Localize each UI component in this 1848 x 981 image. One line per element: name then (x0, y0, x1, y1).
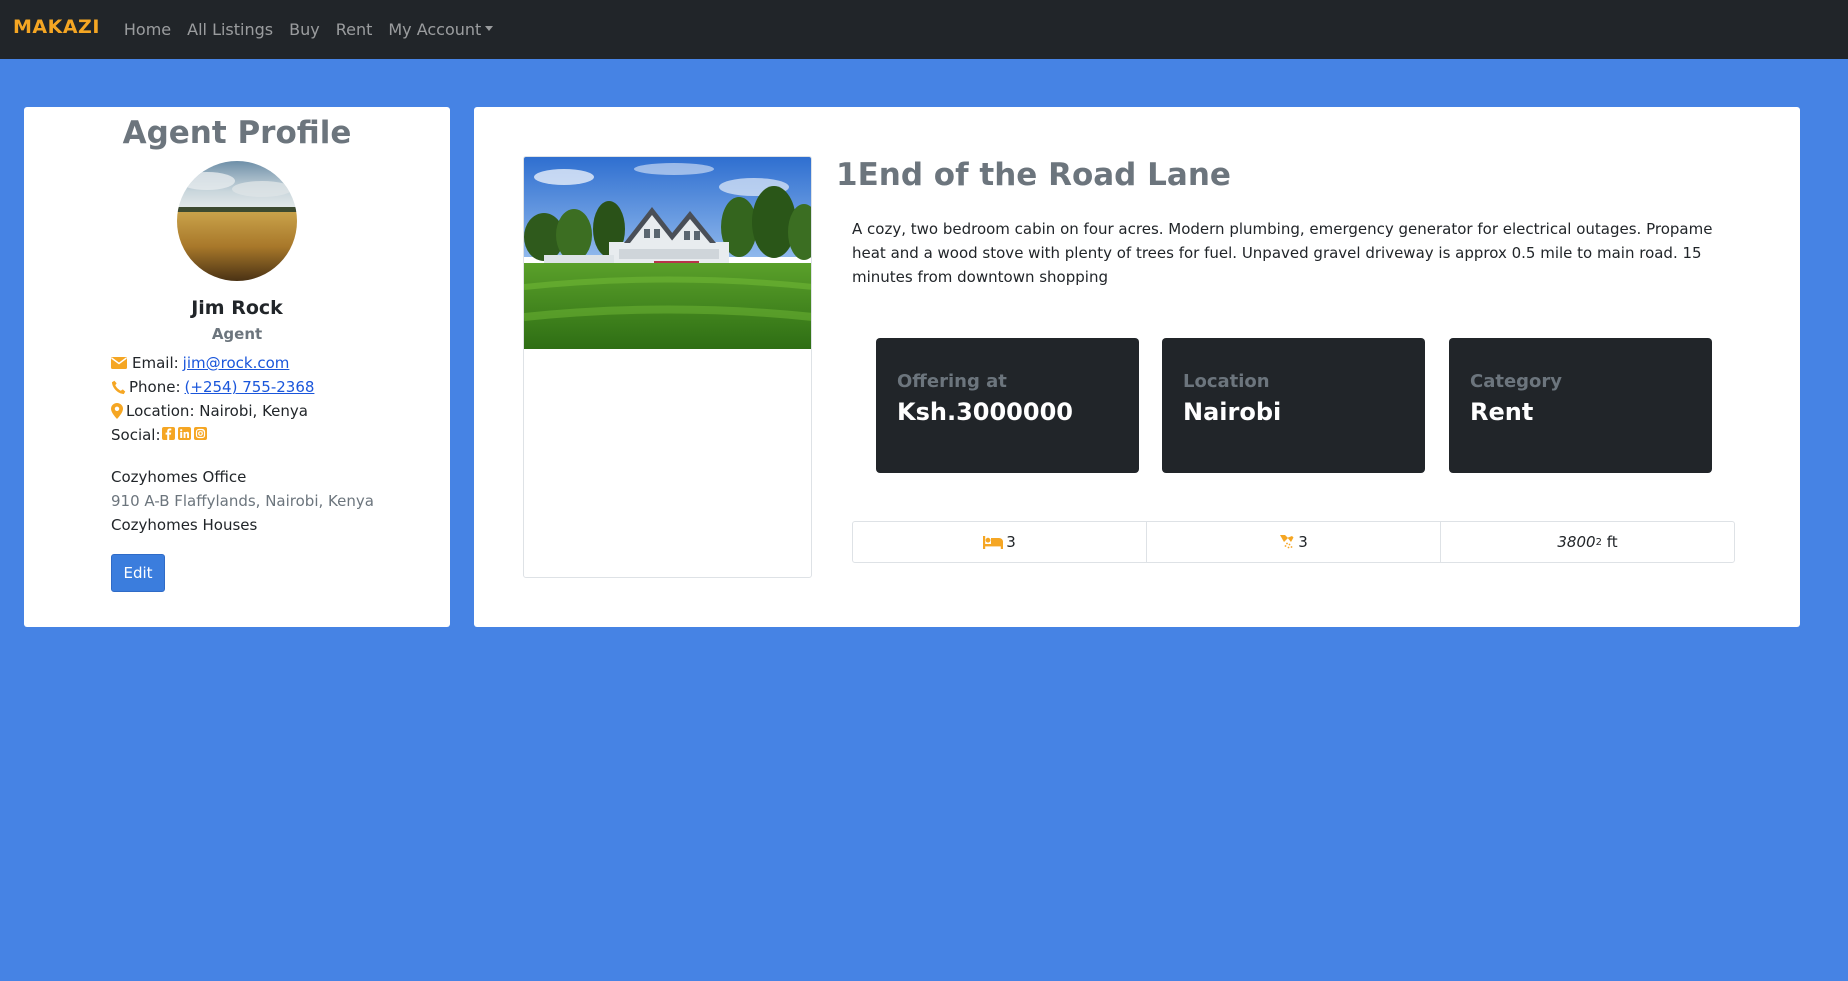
location-value: Nairobi (1183, 398, 1282, 426)
area-feature: 3800 2 ft (1441, 522, 1734, 562)
phone-row: Phone: (+254) 755-2368 (111, 378, 314, 396)
bed-icon (983, 535, 1004, 549)
caret-down-icon (485, 26, 494, 31)
agent-role: Agent (211, 325, 263, 343)
location-row: Location: Nairobi, Kenya (111, 402, 308, 420)
category-value: Rent (1470, 398, 1534, 426)
phone-link[interactable]: (+254) 755-2368 (185, 378, 315, 396)
nav-my-account-dropdown[interactable]: My Account (388, 20, 494, 39)
email-link[interactable]: jim@rock.com (183, 354, 290, 372)
office-address: 910 A-B Flaffylands, Nairobi, Kenya (111, 492, 374, 510)
brand-logo[interactable]: MAKAZI (13, 16, 100, 38)
phone-icon (111, 380, 126, 395)
agent-profile-heading: Agent Profile (122, 115, 352, 151)
nav-all-listings[interactable]: All Listings (187, 20, 273, 39)
offering-label: Offering at (897, 371, 1007, 392)
company-name: Cozyhomes Houses (111, 516, 258, 534)
listing-title: 1End of the Road Lane (836, 157, 1231, 193)
avatar (177, 161, 297, 281)
instagram-icon[interactable] (193, 426, 207, 444)
envelope-icon (111, 357, 127, 369)
listing-photo[interactable] (524, 157, 812, 349)
navbar: MAKAZI Home All Listings Buy Rent My Acc… (0, 0, 1848, 59)
bathrooms-count: 3 (1298, 533, 1308, 551)
map-marker-icon (111, 403, 123, 419)
category-label: Category (1470, 371, 1563, 392)
listing-card: 1End of the Road Lane A cozy, two bedroo… (474, 107, 1800, 627)
bedrooms-feature: 3 (853, 522, 1147, 562)
bathrooms-feature: 3 (1147, 522, 1441, 562)
area-unit: ft (1606, 533, 1618, 551)
bedrooms-count: 3 (1006, 533, 1016, 551)
area-exponent: 2 (1595, 536, 1602, 548)
listing-description: A cozy, two bedroom cabin on four acres.… (852, 220, 1713, 286)
social-label: Social: (111, 426, 161, 444)
offering-value: Ksh.3000000 (897, 398, 1073, 426)
nav-home[interactable]: Home (124, 20, 171, 39)
facebook-icon[interactable] (161, 426, 175, 444)
location-label: Location (1183, 371, 1270, 392)
features-bar: 3 3 3800 2 ft (852, 521, 1735, 563)
listing-photo-frame (523, 156, 812, 578)
nav-rent[interactable]: Rent (336, 20, 373, 39)
email-row: Email: jim@rock.com (111, 354, 289, 372)
area-value: 3800 (1557, 533, 1596, 551)
office-name: Cozyhomes Office (111, 468, 247, 486)
email-label: Email: (132, 354, 179, 372)
agent-name: Jim Rock (191, 297, 283, 319)
location-text: Location: Nairobi, Kenya (126, 402, 308, 420)
linkedin-icon[interactable] (177, 426, 191, 444)
nav-buy[interactable]: Buy (289, 20, 320, 39)
nav-my-account-label: My Account (388, 20, 482, 39)
edit-button[interactable]: Edit (111, 554, 165, 592)
offering-price-card: Offering at Ksh.3000000 (876, 338, 1139, 473)
social-row: Social: (111, 426, 207, 444)
location-card: Location Nairobi (1162, 338, 1425, 473)
shower-icon (1279, 534, 1295, 550)
category-card: Category Rent (1449, 338, 1712, 473)
agent-profile-card: Agent Profile Jim Rock Agent Email: jim@… (24, 107, 450, 627)
phone-label: Phone: (129, 378, 181, 396)
